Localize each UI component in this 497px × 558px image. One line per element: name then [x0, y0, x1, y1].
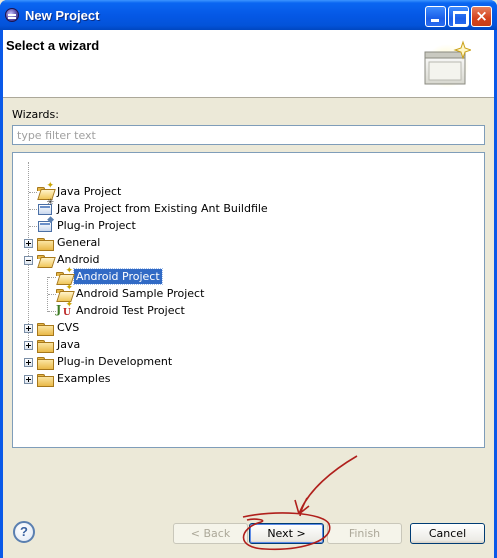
wizard-banner-icon — [424, 40, 471, 88]
plugin-project-icon: ◆ — [37, 215, 54, 234]
tree-connector — [48, 294, 56, 295]
wizard-tree[interactable]: ✦ Java Project ✳ Java Project from Exist… — [12, 152, 485, 448]
tree-connector — [48, 311, 56, 312]
minimize-button[interactable] — [425, 6, 446, 27]
wizards-label: Wizards: — [12, 108, 59, 121]
annotation-arrow — [294, 455, 358, 517]
expand-icon[interactable] — [24, 358, 33, 367]
close-icon: × — [475, 7, 488, 25]
dialog-body: Select a wizard Wizards: type filter tex… — [3, 30, 494, 558]
tree-item-ant-project[interactable]: ✳ Java Project from Existing Ant Buildfi… — [37, 198, 270, 217]
back-button[interactable]: < Back — [173, 523, 248, 544]
tree-item-label: General — [57, 236, 101, 249]
tree-item-general[interactable]: General — [37, 234, 102, 251]
collapse-icon[interactable] — [24, 256, 33, 265]
expand-icon[interactable] — [24, 341, 33, 350]
wizard-header: Select a wizard — [3, 30, 494, 98]
tree-item-plugin-development[interactable]: Plug-in Development — [37, 353, 174, 370]
cancel-button[interactable]: Cancel — [410, 523, 485, 544]
tree-item-android-sample-project[interactable]: ✦ Android Sample Project — [56, 283, 206, 302]
tree-item-label: Android Test Project — [76, 304, 185, 317]
tree-item-cvs[interactable]: CVS — [37, 319, 81, 336]
expand-icon[interactable] — [24, 324, 33, 333]
tree-item-label: Plug-in Project — [57, 219, 136, 232]
folder-icon — [37, 337, 54, 353]
tree-item-label: Android Sample Project — [76, 287, 205, 300]
next-button[interactable]: Next > — [249, 523, 324, 544]
expand-icon[interactable] — [24, 239, 33, 248]
tree-item-plugin-project[interactable]: ◆ Plug-in Project — [37, 215, 138, 234]
tree-item-label: Java Project from Existing Ant Buildfile — [57, 202, 268, 215]
help-button[interactable]: ? — [13, 521, 35, 543]
tree-item-label: Java — [57, 338, 81, 351]
tree-item-examples[interactable]: Examples — [37, 370, 112, 387]
folder-icon — [37, 320, 54, 336]
title-bar[interactable]: New Project × — [0, 0, 497, 30]
finish-button[interactable]: Finish — [327, 523, 402, 544]
tree-connector — [28, 162, 29, 348]
expand-icon[interactable] — [24, 375, 33, 384]
tree-connector — [29, 226, 37, 227]
page-title: Select a wizard — [6, 38, 100, 53]
tree-item-label: Examples — [57, 372, 111, 385]
tree-item-label: Plug-in Development — [57, 355, 173, 368]
tree-item-label: Android — [57, 253, 100, 266]
tree-connector — [48, 277, 56, 278]
new-project-window: New Project × Select a wizard Wizards: t… — [0, 0, 497, 558]
filter-input[interactable] — [12, 125, 485, 145]
tree-connector — [29, 209, 37, 210]
folder-icon — [37, 235, 54, 251]
maximize-button[interactable] — [448, 6, 469, 27]
tree-item-label: CVS — [57, 321, 80, 334]
tree-connector — [29, 192, 37, 193]
folder-icon — [37, 354, 54, 370]
tree-item-android-test-project[interactable]: J U ✦ Android Test Project — [56, 299, 187, 319]
folder-icon — [37, 371, 54, 387]
tree-item-label: Java Project — [57, 185, 122, 198]
junit-test-icon: J U ✦ — [56, 299, 73, 318]
folder-open-icon — [37, 252, 53, 268]
tree-item-label: Android Project — [73, 268, 163, 285]
close-button[interactable]: × — [471, 6, 492, 27]
eclipse-icon — [5, 8, 19, 22]
tree-item-java[interactable]: Java — [37, 336, 82, 353]
window-title: New Project — [25, 8, 100, 23]
